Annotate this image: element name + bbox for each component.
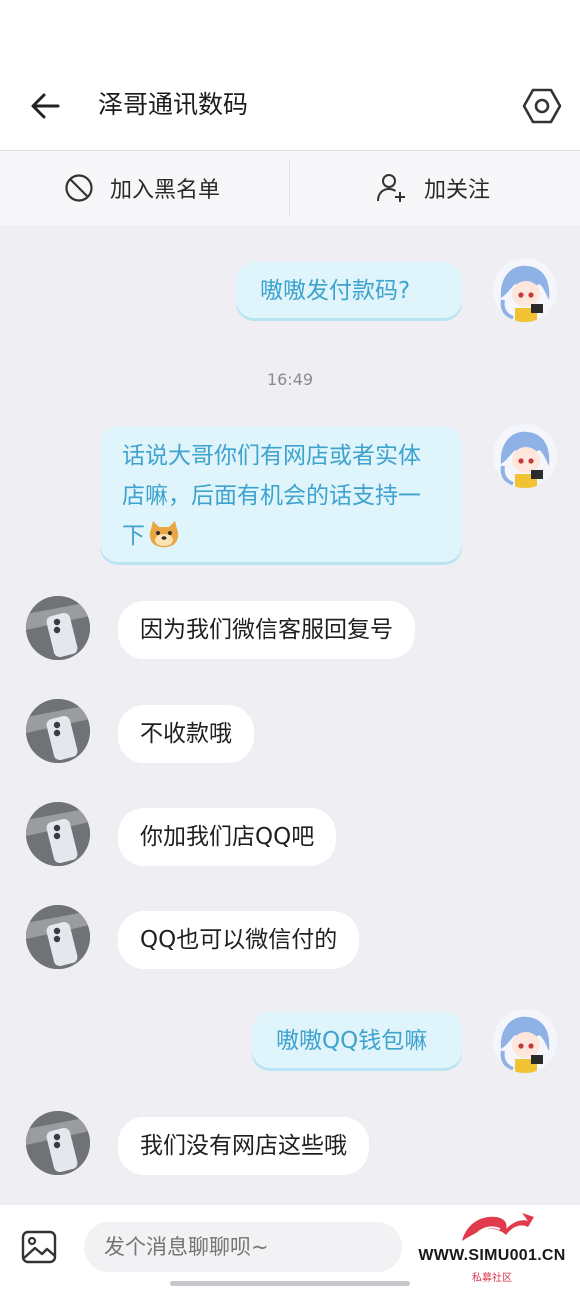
watermark-subtext: 私募社区 xyxy=(472,1273,512,1284)
message-bubble-outgoing[interactable]: 嗷嗷发付款码? xyxy=(236,262,462,318)
page-title: 泽哥通讯数码 xyxy=(98,90,249,119)
phone-photo-avatar-icon xyxy=(26,802,90,866)
follow-button[interactable]: 加关注 xyxy=(376,151,490,225)
arrow-left-icon xyxy=(31,93,60,119)
home-indicator[interactable] xyxy=(170,1281,410,1286)
phone-photo-avatar-icon xyxy=(26,596,90,660)
status-bar xyxy=(0,0,580,62)
message-text: 你加我们店QQ吧 xyxy=(140,824,315,850)
message-text: 不收款哦 xyxy=(140,721,232,747)
watermark-logo xyxy=(462,1213,534,1241)
message-text: 嗷嗷QQ钱包嘛 xyxy=(276,1028,428,1054)
my-avatar[interactable] xyxy=(493,258,557,322)
block-button[interactable]: 加入黑名单 xyxy=(64,151,220,225)
message-input[interactable] xyxy=(84,1222,402,1272)
my-avatar[interactable] xyxy=(493,1009,557,1073)
phone-photo-avatar-icon xyxy=(26,699,90,763)
follow-label: 加关注 xyxy=(424,178,491,203)
my-avatar[interactable] xyxy=(493,424,557,488)
message-bubble-incoming[interactable]: 因为我们微信客服回复号 xyxy=(118,601,415,659)
phone-photo-avatar-icon xyxy=(26,905,90,969)
watermark: WWW.SIMU001.CN 私募社区 xyxy=(404,1207,580,1289)
message-bubble-incoming[interactable]: 我们没有网店这些哦 xyxy=(118,1117,369,1175)
message-text: QQ也可以微信付的 xyxy=(140,927,338,953)
contact-avatar[interactable] xyxy=(26,596,90,660)
image-icon xyxy=(21,1230,57,1264)
message-bubble-incoming[interactable]: 不收款哦 xyxy=(118,705,254,763)
contact-avatar[interactable] xyxy=(26,699,90,763)
hexagon-settings-icon xyxy=(522,88,562,124)
message-bubble-incoming[interactable]: QQ也可以微信付的 xyxy=(118,911,360,969)
message-bubble-outgoing[interactable]: 嗷嗷QQ钱包嘛 xyxy=(252,1012,462,1068)
back-button[interactable] xyxy=(26,86,66,126)
message-text: 因为我们微信客服回复号 xyxy=(140,617,393,643)
action-divider xyxy=(289,159,290,217)
message-bubble-incoming[interactable]: 你加我们店QQ吧 xyxy=(118,808,337,866)
anime-avatar-icon xyxy=(493,424,557,488)
message-text: 嗷嗷发付款码? xyxy=(260,278,411,304)
chat-header: 泽哥通讯数码 xyxy=(0,62,580,151)
anime-avatar-icon xyxy=(493,1009,557,1073)
contact-avatar[interactable] xyxy=(26,905,90,969)
watermark-text: WWW.SIMU001.CN xyxy=(418,1247,566,1264)
timestamp: 16:49 xyxy=(266,370,314,389)
contact-avatar[interactable] xyxy=(26,802,90,866)
message-text: 我们没有网店这些哦 xyxy=(140,1133,347,1159)
contact-avatar[interactable] xyxy=(26,1111,90,1175)
image-button[interactable] xyxy=(20,1228,58,1266)
block-label: 加入黑名单 xyxy=(110,178,221,203)
message-bubble-outgoing[interactable]: 话说大哥你们有网店或者实体店嘛，后面有机会的话支持一下 xyxy=(100,426,462,562)
anime-avatar-icon xyxy=(493,258,557,322)
ban-icon xyxy=(65,174,93,202)
action-bar: 加入黑名单 加关注 xyxy=(0,151,580,225)
add-user-icon xyxy=(377,174,405,202)
doge-emoji xyxy=(147,519,181,549)
settings-button[interactable] xyxy=(520,84,564,128)
phone-photo-avatar-icon xyxy=(26,1111,90,1175)
